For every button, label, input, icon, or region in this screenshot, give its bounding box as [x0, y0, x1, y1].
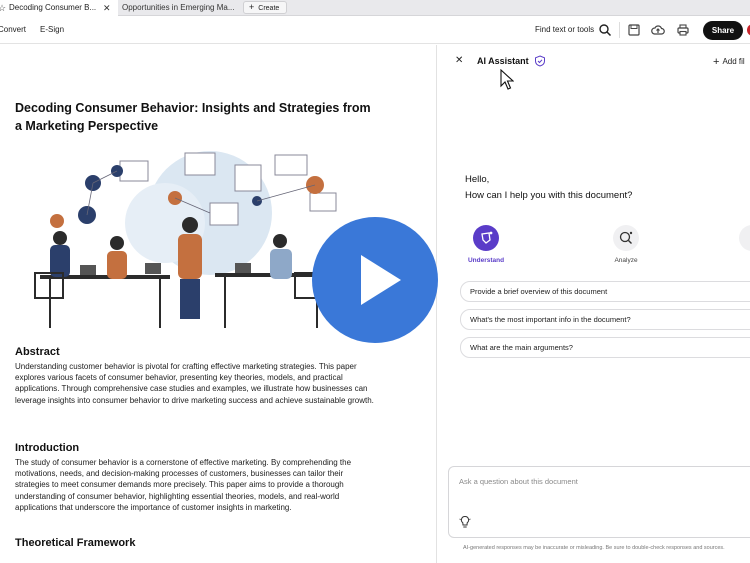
convert-menu[interactable]: Convert [0, 25, 26, 34]
abstract-heading: Abstract [15, 346, 60, 358]
theoretical-framework-heading: Theoretical Framework [15, 537, 136, 549]
star-icon[interactable]: ☆ [0, 0, 6, 16]
greeting-line-2: How can I help you with this document? [465, 190, 633, 201]
create-label: Create [258, 5, 280, 12]
tab-decoding-consumer[interactable]: ☆ Decoding Consumer B... ✕ [0, 0, 118, 16]
tab-bar: ☆ Decoding Consumer B... ✕ Opportunities… [0, 0, 750, 16]
share-button[interactable]: Share [703, 21, 743, 40]
suggestion-overview[interactable]: Provide a brief overview of this documen… [460, 281, 750, 302]
analyze-mode-button[interactable]: Analyze [601, 225, 651, 264]
office-meeting-illustration [34, 151, 337, 328]
understand-label: Understand [467, 257, 505, 264]
suggestion-main-arguments[interactable]: What are the main arguments? [460, 337, 750, 358]
introduction-heading: Introduction [15, 442, 80, 454]
play-video-button[interactable] [312, 217, 438, 343]
greeting: Hello, How can I help you with this docu… [465, 172, 632, 204]
toolbar-divider [619, 22, 620, 38]
close-panel-icon[interactable]: ✕ [455, 55, 463, 66]
mouse-cursor-icon [500, 69, 514, 90]
print-icon[interactable] [676, 23, 690, 37]
shield-check-icon [535, 55, 545, 67]
document-title: Decoding Consumer Behavior: Insights and… [15, 101, 371, 133]
understand-mode-button[interactable]: Understand [461, 225, 511, 264]
create-tab-button[interactable]: + Create [243, 1, 287, 14]
greeting-line-1: Hello, [465, 174, 490, 185]
close-tab-icon[interactable]: ✕ [103, 0, 111, 16]
lightbulb-icon[interactable] [459, 515, 471, 529]
create-mode-icon [739, 225, 750, 251]
abstract-text: Understanding customer behavior is pivot… [15, 362, 374, 405]
find-tools-button[interactable]: Find text or tools [535, 25, 594, 34]
cloud-upload-icon[interactable] [651, 23, 665, 37]
tab-opportunities[interactable]: Opportunities in Emerging Ma... [122, 0, 240, 16]
ai-disclaimer: AI-generated responses may be inaccurate… [463, 545, 725, 551]
ai-assistant-title: AI Assistant [477, 56, 529, 66]
play-icon [361, 255, 401, 305]
ai-assistant-panel: ✕ AI Assistant + Add fil Hello, How can I… [437, 45, 750, 563]
add-files-button[interactable]: + Add fil [713, 56, 745, 68]
search-icon[interactable] [598, 23, 612, 37]
plus-icon: + [713, 56, 720, 68]
add-files-label: Add fil [722, 57, 745, 66]
tab-label: Decoding Consumer B... [9, 3, 97, 12]
tab-label: Opportunities in Emerging Ma... [122, 3, 235, 12]
save-icon[interactable] [627, 23, 641, 37]
analyze-icon [613, 225, 639, 251]
suggestion-important-info[interactable]: What's the most important info in the do… [460, 309, 750, 330]
toolbar: Convert E-Sign Find text or tools Share [0, 16, 750, 44]
understand-icon [473, 225, 499, 251]
question-input[interactable]: Ask a question about this document [448, 466, 750, 538]
create-mode-button[interactable] [727, 225, 750, 251]
esign-menu[interactable]: E-Sign [40, 25, 64, 34]
plus-icon: + [249, 2, 255, 12]
question-input-placeholder: Ask a question about this document [459, 477, 578, 486]
analyze-label: Analyze [614, 257, 638, 264]
introduction-text: The study of consumer behavior is a corn… [15, 458, 352, 512]
